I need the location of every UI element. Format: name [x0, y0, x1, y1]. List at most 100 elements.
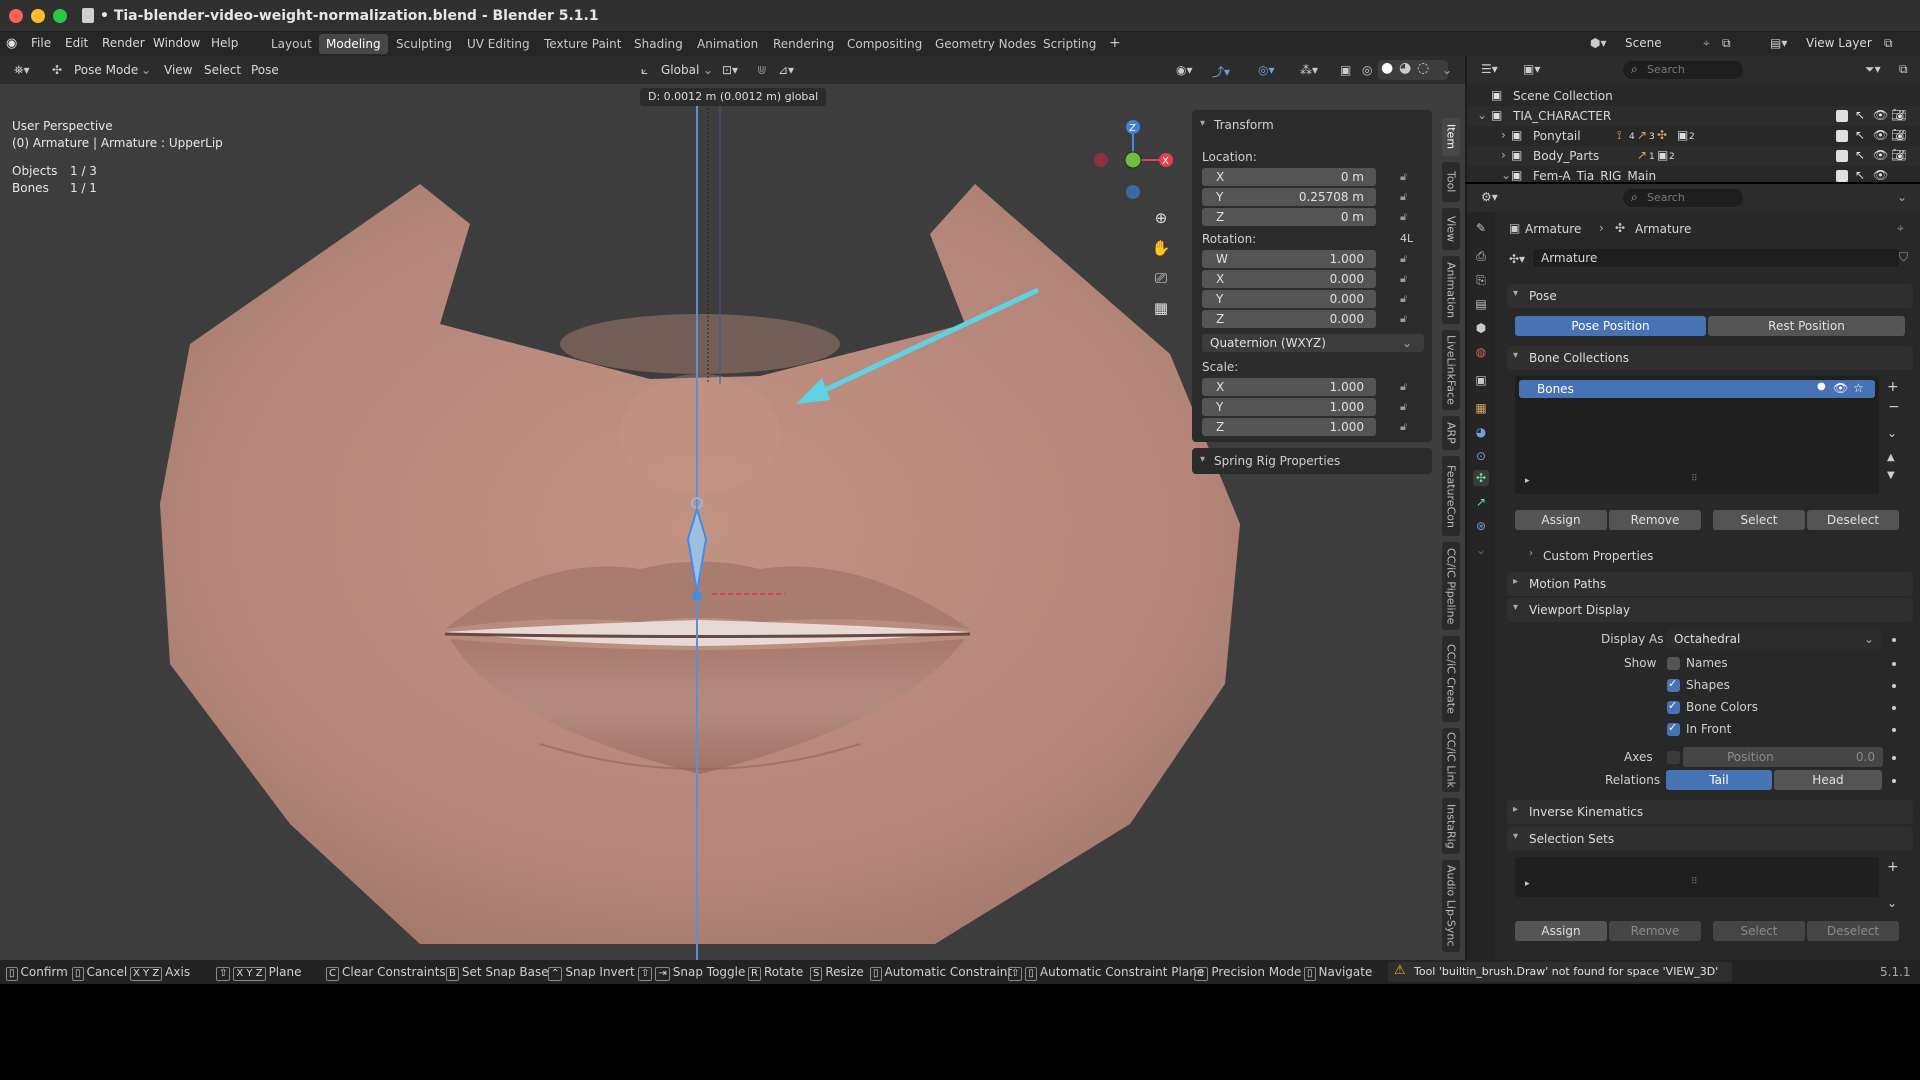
solid-shading-icon[interactable]: ●: [1381, 60, 1393, 76]
chevron-right-icon[interactable]: ›: [1501, 128, 1506, 142]
gizmo-neg-z-axis[interactable]: [1126, 185, 1140, 199]
menu-view[interactable]: View: [164, 63, 192, 77]
scale-z-field[interactable]: Z 1.000: [1202, 418, 1376, 436]
add-workspace-icon[interactable]: +: [1102, 32, 1128, 52]
exclude-checkbox[interactable]: [1836, 130, 1848, 142]
chevron-down-icon[interactable]: ⌄: [1501, 168, 1511, 182]
axes-position-field[interactable]: Position 0.0: [1683, 747, 1883, 767]
remove-icon[interactable]: −: [1888, 399, 1900, 415]
armature-name-field[interactable]: Armature: [1533, 249, 1899, 267]
rotation-w-field[interactable]: W 1.000: [1202, 250, 1376, 268]
motion-paths-section[interactable]: ▸ Motion Paths: [1507, 572, 1913, 596]
scene-name[interactable]: Scene: [1625, 36, 1662, 50]
lock-icon[interactable]: 🔓︎: [1400, 380, 1412, 394]
tab-modeling[interactable]: Modeling: [319, 34, 388, 54]
editor-type-icon[interactable]: ⛯▾: [14, 63, 30, 78]
relations-head-button[interactable]: Head: [1774, 770, 1882, 790]
object-icon[interactable]: ▦: [1473, 400, 1489, 416]
assign-button[interactable]: Assign: [1515, 510, 1607, 530]
menu-file[interactable]: File: [27, 36, 55, 50]
tool-icon[interactable]: ✎: [1473, 220, 1489, 236]
rotation-4l-toggle[interactable]: 4L: [1400, 232, 1413, 245]
move-down-icon[interactable]: ▼: [1887, 470, 1895, 481]
select-button[interactable]: Select: [1713, 510, 1805, 530]
pivot-point-icon[interactable]: ⊡▾: [722, 63, 738, 77]
bone-colors-checkbox[interactable]: [1667, 699, 1680, 714]
list-item[interactable]: Bones ● 👁︎ ☆: [1519, 380, 1875, 398]
close-window-button[interactable]: [9, 9, 23, 23]
tab-geometry-nodes[interactable]: Geometry Nodes: [928, 34, 1043, 54]
list-item[interactable]: ⌄ ▣ TIA_CHARACTER ↖ 👁︎ 📷︎: [1467, 106, 1920, 126]
resize-handle-icon[interactable]: ⠿: [1691, 474, 1698, 484]
tab-uv-editing[interactable]: UV Editing: [460, 34, 537, 54]
xray-icon[interactable]: ⁂▾: [1300, 63, 1318, 77]
list-item[interactable]: ▣ Scene Collection: [1467, 86, 1920, 106]
lock-icon[interactable]: 🔓︎: [1400, 400, 1412, 414]
exclude-checkbox[interactable]: [1836, 110, 1848, 122]
material-shading-icon[interactable]: ◕: [1399, 60, 1411, 76]
custom-properties-subsection[interactable]: Custom Properties: [1543, 549, 1653, 563]
select-arrow-icon[interactable]: ↖: [1855, 128, 1865, 142]
gizmo-toggle-icon[interactable]: ⤴▾: [1212, 63, 1230, 80]
armature-data-icon[interactable]: ✣▾: [1509, 252, 1525, 266]
editor-type-icon[interactable]: ⚙▾: [1481, 190, 1498, 204]
mode-dropdown[interactable]: Pose Mode: [74, 63, 138, 77]
eye-icon[interactable]: 👁︎: [1873, 168, 1888, 182]
location-y-field[interactable]: Y 0.25708 m: [1202, 188, 1376, 206]
constraint-icon[interactable]: ⊙: [1473, 448, 1489, 464]
add-icon[interactable]: +: [1887, 379, 1899, 395]
menu-render[interactable]: Render: [98, 36, 149, 50]
lock-icon[interactable]: 🔓︎: [1400, 272, 1412, 286]
bone-collections-section[interactable]: ▾ Bone Collections: [1507, 346, 1913, 370]
resize-handle-icon[interactable]: ⠿: [1691, 877, 1698, 887]
deselect-set-button[interactable]: Deselect: [1807, 921, 1899, 941]
pan-hand-icon[interactable]: ✋: [1147, 234, 1175, 262]
relations-tail-button[interactable]: Tail: [1666, 770, 1772, 790]
spring-rig-panel[interactable]: ▾ Spring Rig Properties: [1192, 448, 1432, 474]
outliner-search[interactable]: ⌕ Search: [1623, 61, 1743, 79]
camera-icon[interactable]: 📷︎: [1891, 128, 1906, 142]
warning-banner[interactable]: ⚠ Tool 'builtin_brush.Draw' not found fo…: [1388, 962, 1732, 982]
axes-checkbox[interactable]: [1667, 751, 1680, 764]
scene-icon[interactable]: ⬢: [1473, 320, 1489, 336]
eye-icon[interactable]: 👁︎: [1873, 148, 1888, 162]
bone-constraint-icon[interactable]: ⊛: [1473, 518, 1489, 534]
chevron-down-icon[interactable]: ⌄: [1897, 190, 1907, 204]
remove-set-button[interactable]: Remove: [1609, 921, 1701, 941]
tab-scripting[interactable]: Scripting: [1036, 34, 1103, 54]
tab-featurecon[interactable]: FeatureCon: [1442, 456, 1460, 536]
tab-cc-pipeline[interactable]: CC/iC Pipeline: [1442, 542, 1460, 630]
chevron-right-icon[interactable]: ›: [1501, 148, 1506, 162]
tab-texture-paint[interactable]: Texture Paint: [537, 34, 628, 54]
new-collection-icon[interactable]: ⧉: [1899, 62, 1908, 77]
output-icon[interactable]: ⎘: [1473, 272, 1489, 288]
editor-type-icon[interactable]: ☰▾: [1481, 62, 1498, 76]
world-icon[interactable]: ◍: [1473, 344, 1489, 360]
tab-animation-side[interactable]: Animation: [1442, 256, 1460, 324]
menu-pose[interactable]: Pose: [251, 63, 279, 77]
tab-animation[interactable]: Animation: [690, 34, 765, 54]
star-icon[interactable]: ☆: [1853, 381, 1864, 395]
properties-search[interactable]: ⌕ Search: [1623, 189, 1743, 207]
eye-icon[interactable]: 👁︎: [1873, 108, 1888, 122]
filter-icon[interactable]: ⏷▾: [1865, 62, 1881, 77]
tab-cc-create[interactable]: CC/iC Create: [1442, 636, 1460, 722]
breadcrumb-object[interactable]: Armature: [1525, 222, 1581, 236]
viewport-display-section[interactable]: ▾ Viewport Display: [1507, 598, 1913, 622]
lock-icon[interactable]: 🔓︎: [1400, 312, 1412, 326]
tab-sculpting[interactable]: Sculpting: [389, 34, 459, 54]
zoom-icon[interactable]: ⊕: [1147, 204, 1175, 232]
filter-toggle-icon[interactable]: ▸: [1525, 879, 1530, 889]
rest-position-button[interactable]: Rest Position: [1708, 316, 1905, 336]
camera-icon[interactable]: 📷︎: [1891, 108, 1906, 122]
selection-sets-list[interactable]: ▸ ⠿: [1515, 857, 1879, 897]
snap-icon[interactable]: ⋓: [757, 63, 767, 77]
location-z-field[interactable]: Z0 m: [1202, 208, 1376, 226]
maximize-window-button[interactable]: [53, 9, 67, 23]
inverse-kinematics-section[interactable]: ▸ Inverse Kinematics: [1507, 800, 1913, 824]
assign-set-button[interactable]: Assign: [1515, 921, 1607, 941]
menu-edit[interactable]: Edit: [61, 36, 92, 50]
scale-x-field[interactable]: X 1.000: [1202, 378, 1376, 396]
grid-view-icon[interactable]: ▦: [1147, 294, 1175, 322]
exclude-checkbox[interactable]: [1836, 150, 1848, 162]
